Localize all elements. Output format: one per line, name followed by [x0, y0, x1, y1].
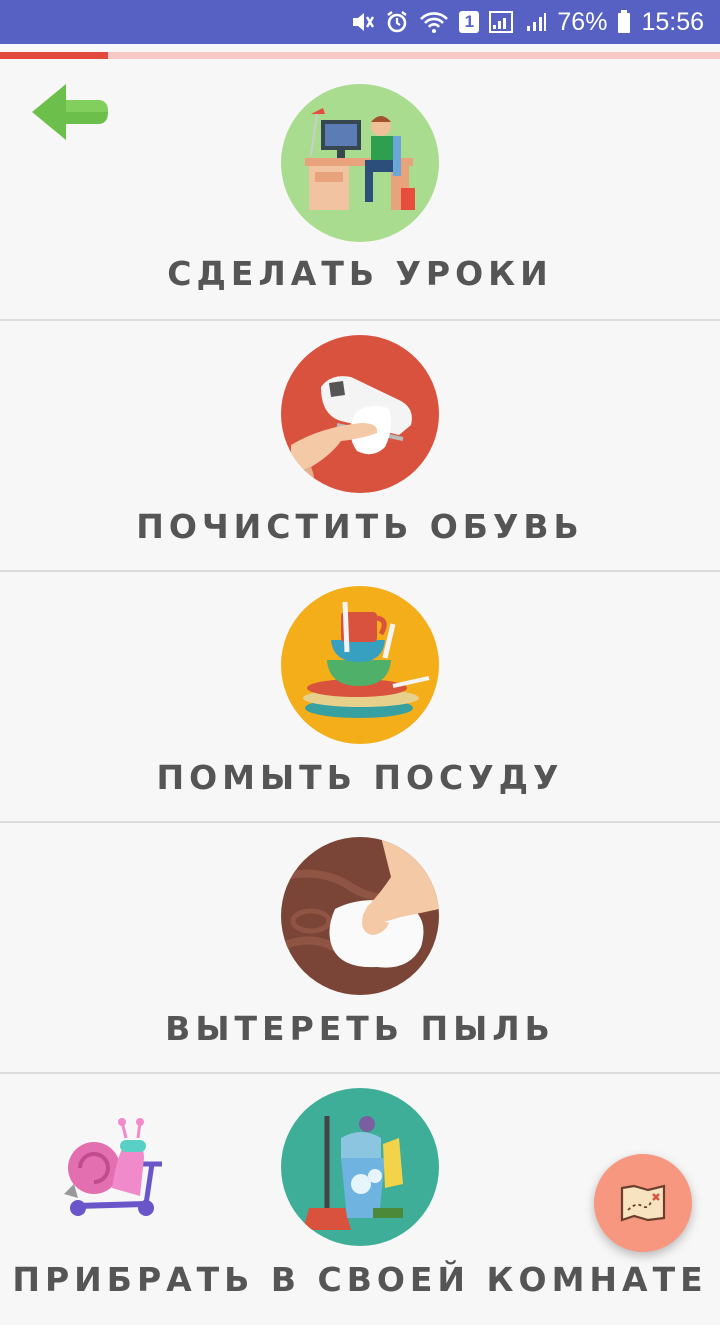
signal-icon: [489, 10, 515, 34]
progress-fill: [0, 52, 108, 59]
map-button[interactable]: [594, 1154, 692, 1252]
homework-desk-icon: [281, 84, 439, 242]
task-label: СДЕЛАТЬ УРОКИ: [167, 254, 553, 293]
task-item-dust[interactable]: ВЫТЕРЕТЬ ПЫЛЬ: [0, 823, 720, 1074]
snail-scooter-icon: [56, 1118, 164, 1222]
task-label: ПОМЫТЬ ПОСУДУ: [156, 758, 564, 797]
sim-badge: 1: [459, 11, 480, 33]
progress-bar: [0, 52, 720, 59]
dishes-icon: [281, 586, 439, 744]
task-item-shoes[interactable]: ПОЧИСТИТЬ ОБУВЬ: [0, 321, 720, 572]
clock-time: 15:56: [641, 7, 704, 36]
task-label: ПОЧИСТИТЬ ОБУВЬ: [136, 507, 584, 546]
task-label: ВЫТЕРЕТЬ ПЫЛЬ: [165, 1009, 555, 1048]
treasure-map-icon: [620, 1184, 666, 1222]
battery-icon: [617, 10, 631, 34]
battery-percent: 76%: [557, 7, 608, 36]
shoe-cleaning-icon: [281, 335, 439, 493]
task-item-homework[interactable]: СДЕЛАТЬ УРОКИ: [0, 70, 720, 321]
signal-bars-icon: [525, 11, 547, 33]
task-item-dishes[interactable]: ПОМЫТЬ ПОСУДУ: [0, 572, 720, 823]
wipe-dust-icon: [281, 837, 439, 995]
mute-icon: [351, 11, 375, 33]
cleaning-supplies-icon: [281, 1088, 439, 1246]
wifi-icon: [419, 11, 449, 33]
alarm-icon: [385, 10, 409, 34]
status-bar: 1 76% 15:56: [0, 0, 720, 44]
